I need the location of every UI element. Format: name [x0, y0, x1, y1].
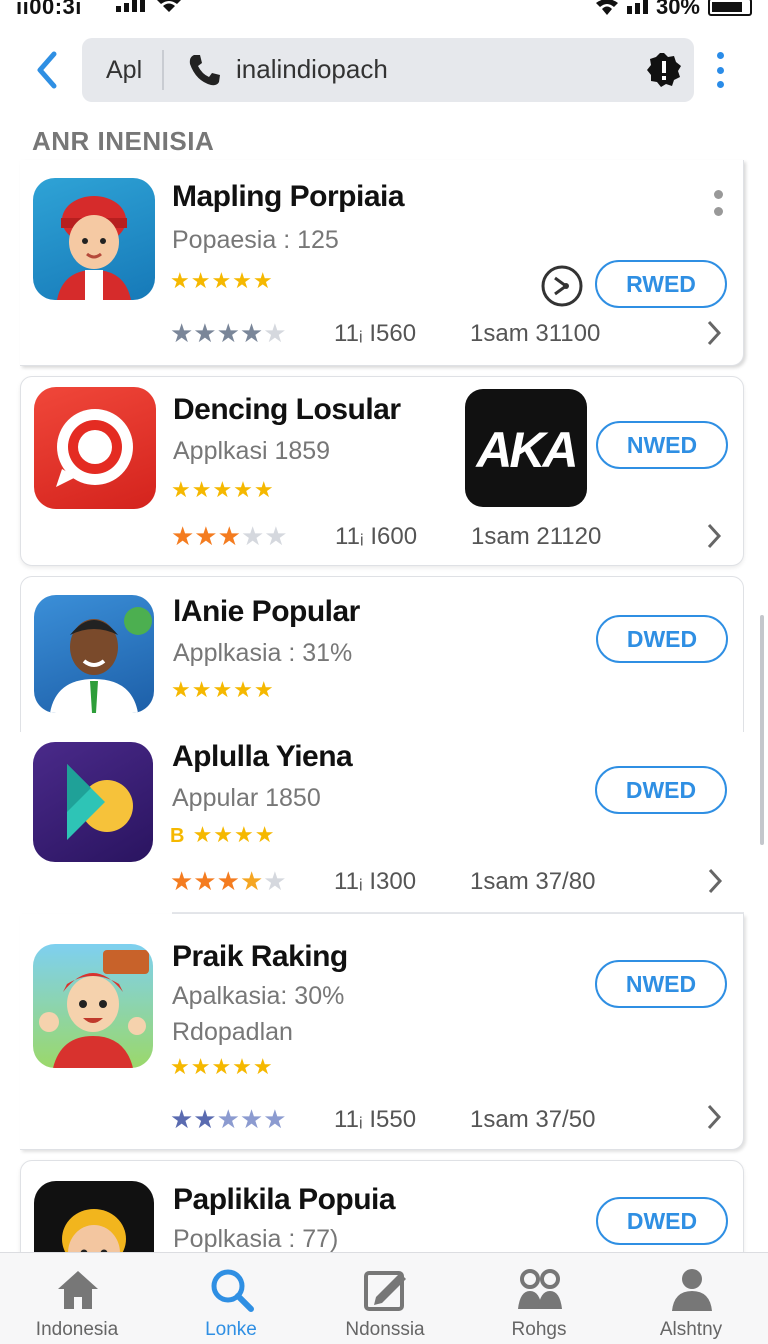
tab-label: Ndonssia	[345, 1319, 425, 1340]
app-size: 1sam 21120	[471, 523, 602, 550]
tab-lonke[interactable]: Lonke	[154, 1253, 308, 1344]
tab-label: Alshtny	[659, 1319, 723, 1340]
app-icon	[33, 742, 153, 862]
phone-icon	[189, 55, 220, 86]
rating-stars: ★★★★★	[170, 318, 287, 348]
edit-icon	[364, 1271, 406, 1311]
tab-rohgs[interactable]: Rohgs	[462, 1253, 616, 1344]
rating-prefix: B	[170, 825, 186, 847]
chevron-right-icon[interactable]	[705, 1102, 723, 1132]
app-meta-row: ★★★★★ 11ᵢ I600 1sam 21120	[171, 521, 731, 551]
app-subtitle: Apalkasia: 30%	[172, 982, 345, 1010]
app-icon	[34, 387, 156, 509]
signal-bars-icon	[626, 0, 648, 14]
featured-app-icon[interactable]: AKA	[465, 389, 587, 507]
get-button[interactable]: NWED	[596, 421, 728, 469]
star-rating: ★★★★★	[170, 268, 274, 293]
app-meta-row: ★★★★★ 11ᵢ I560 1sam 31100	[170, 318, 730, 348]
battery-icon	[708, 0, 752, 16]
search-divider	[162, 50, 164, 90]
tab-indonesia[interactable]: Indonesia	[0, 1253, 154, 1344]
app-subtitle: Applkasia : 31%	[173, 639, 353, 667]
list-item[interactable]: Dencing Losular Applkasi 1859 ★★★★★ AKA …	[20, 376, 744, 566]
list-item[interactable]: Mapling Porpiaia Popaesia : 125 ★★★★★ RW…	[20, 160, 744, 366]
chevron-right-icon[interactable]	[706, 866, 724, 896]
app-icon	[33, 178, 155, 300]
tab-alshtny[interactable]: Alshtny	[614, 1253, 768, 1344]
alert-badge-icon[interactable]	[646, 52, 682, 88]
app-subtitle-secondary: Rdopadlan	[172, 1018, 293, 1046]
status-time: ıı00:3ı	[16, 0, 82, 19]
app-name[interactable]: Dencing Losular	[173, 393, 401, 427]
search-input[interactable]: inalindiopach	[236, 54, 388, 85]
app-name[interactable]: Aplulla Yiena	[172, 740, 353, 774]
person-icon	[672, 1269, 712, 1311]
star-rating: B ★★★★	[170, 822, 275, 848]
status-bar: ıı00:3ı 30%	[0, 0, 768, 20]
app-icon	[33, 944, 153, 1068]
chevron-right-icon[interactable]	[705, 318, 723, 348]
rating-stars: ★★★★★	[170, 1104, 287, 1134]
download-count: 11ᵢ I550	[334, 1106, 417, 1133]
star-rating: ★★★★★	[170, 1054, 274, 1079]
scrollbar[interactable]	[760, 615, 764, 845]
back-arrow-icon[interactable]	[32, 50, 62, 90]
search-scope[interactable]: Apl	[106, 56, 142, 85]
app-meta-row: ★★★★★ 11ᵢ I300 1sam 37/80	[170, 866, 730, 896]
wifi-icon	[157, 0, 181, 12]
star-rating: ★★★★★	[171, 477, 275, 502]
get-button[interactable]: DWED	[595, 766, 727, 814]
tab-label: Rohgs	[511, 1319, 567, 1340]
people-icon	[518, 1269, 562, 1309]
list-item[interactable]: Aplulla Yiena Appular 1850 B ★★★★ DWED ★…	[20, 732, 744, 912]
search-icon	[211, 1269, 254, 1312]
app-size: 1sam 37/50	[470, 1106, 596, 1133]
item-more-icon[interactable]	[714, 190, 724, 216]
battery-percent: 30%	[655, 0, 700, 19]
download-count: 11ᵢ I560	[334, 320, 417, 347]
app-icon	[34, 595, 154, 713]
tab-ndonssia[interactable]: Ndonssia	[308, 1253, 462, 1344]
tab-label: Indonesia	[35, 1319, 119, 1340]
home-icon	[58, 1271, 98, 1309]
app-subtitle: Poplkasia : 77)	[173, 1225, 339, 1253]
app-name[interactable]: Paplikila Popuia	[173, 1183, 396, 1217]
app-meta-row: ★★★★★ 11ᵢ I550 1sam 37/50	[170, 1104, 730, 1134]
app-name[interactable]: Praik Raking	[172, 940, 348, 974]
rating-stars: ★★★★★	[171, 521, 288, 551]
list-item[interactable]: Praik Raking Apalkasia: 30% Rdopadlan ★★…	[20, 914, 744, 1150]
app-size: 1sam 37/80	[470, 868, 596, 895]
get-button[interactable]: DWED	[596, 1197, 728, 1245]
share-icon[interactable]	[540, 264, 584, 308]
rating-stars: ★★★★★	[170, 866, 287, 896]
search-bar[interactable]: Apl inalindiopach	[82, 38, 694, 102]
chevron-right-icon[interactable]	[705, 521, 723, 551]
app-subtitle: Applkasi 1859	[173, 437, 331, 465]
download-count: 11ᵢ I300	[334, 868, 417, 895]
featured-app-logo-text: AKA	[476, 422, 578, 478]
list-item[interactable]: lAnie Popular Applkasia : 31% ★★★★★ DWED	[20, 576, 744, 732]
tab-bar: Indonesia Lonke Ndonssia Rohgs Alshtny	[0, 1252, 768, 1344]
app-name[interactable]: Mapling Porpiaia	[172, 180, 405, 214]
star-glyphs: ★★★★	[192, 822, 276, 847]
app-name[interactable]: lAnie Popular	[173, 595, 360, 629]
download-count: 11ᵢ I600	[335, 523, 418, 550]
app-size: 1sam 31100	[470, 320, 601, 347]
star-rating: ★★★★★	[171, 677, 275, 702]
section-title: ANR INENISIA	[32, 126, 215, 156]
wifi-icon-right	[595, 0, 618, 15]
overflow-menu-icon[interactable]	[712, 52, 728, 88]
get-button[interactable]: RWED	[595, 260, 727, 308]
app-subtitle: Popaesia : 125	[172, 226, 339, 254]
cell-signal-icon	[116, 0, 145, 12]
get-button[interactable]: DWED	[596, 615, 728, 663]
app-subtitle: Appular 1850	[172, 784, 321, 812]
get-button[interactable]: NWED	[595, 960, 727, 1008]
tab-label: Lonke	[205, 1319, 257, 1340]
